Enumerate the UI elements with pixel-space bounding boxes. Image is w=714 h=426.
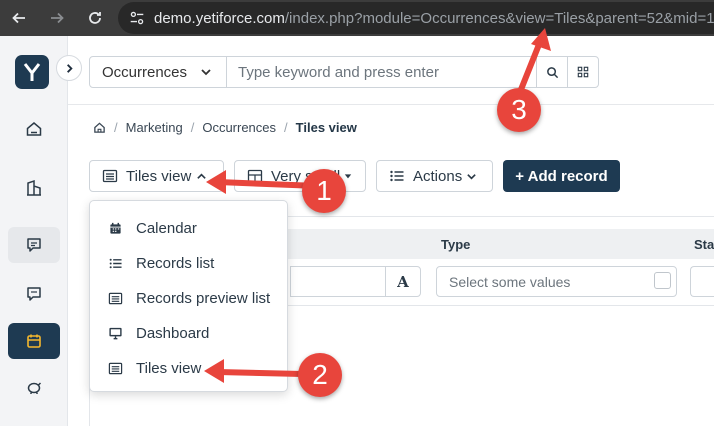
status-filter-input[interactable] [690, 266, 714, 297]
chevron-right-icon [66, 63, 73, 73]
caret-down-icon [344, 174, 352, 179]
column-header-type[interactable]: Type [441, 237, 470, 252]
type-filter-placeholder: Select some values [449, 273, 571, 290]
type-filter-select[interactable]: Select some values [436, 266, 677, 297]
list-view-icon [102, 169, 118, 183]
menu-item-tiles-view[interactable]: Tiles view [90, 351, 289, 385]
grid-icon [577, 66, 589, 78]
table-icon [247, 169, 263, 183]
type-filter-checkbox[interactable] [654, 272, 671, 289]
menu-item-calendar[interactable]: Calendar [90, 211, 289, 245]
view-switcher-button[interactable]: Tiles view [89, 160, 224, 192]
reload-icon[interactable] [84, 7, 106, 29]
search-icon [546, 66, 558, 78]
search-input[interactable]: Type keyword and press enter [226, 56, 537, 88]
menu-item-label: Records preview list [136, 289, 271, 307]
breadcrumb-marketing[interactable]: Marketing [126, 120, 183, 135]
home-icon[interactable] [8, 111, 60, 147]
sidebar-toggle-button[interactable] [56, 55, 82, 81]
tile-size-button[interactable]: Very small [234, 160, 366, 192]
menu-item-records-list[interactable]: Records list [90, 246, 289, 280]
filter-text-input[interactable] [290, 266, 386, 297]
forward-icon[interactable] [46, 7, 68, 29]
monitor-icon [106, 326, 124, 341]
breadcrumb: / Marketing / Occurrences / Tiles view [93, 120, 357, 135]
url-path: /index.php?module=Occurrences&view=Tiles… [284, 9, 714, 27]
view-switcher-label: Tiles view [126, 167, 192, 185]
advanced-search-button[interactable] [567, 56, 599, 88]
list-icon [390, 170, 404, 182]
actions-button[interactable]: Actions [376, 160, 493, 192]
address-bar[interactable]: demo.yetiforce.com/index.php?module=Occu… [118, 2, 714, 34]
sidebar [0, 36, 68, 426]
chat-icon[interactable] [8, 227, 60, 263]
search-placeholder: Type keyword and press enter [238, 63, 439, 81]
annotation-badge-2: 2 [298, 353, 342, 397]
browser-toolbar: demo.yetiforce.com/index.php?module=Occu… [0, 0, 714, 36]
menu-item-label: Tiles view [136, 359, 202, 377]
search-button[interactable] [536, 56, 568, 88]
view-switcher-menu: Calendar Records list Records preview li… [89, 200, 288, 392]
back-icon[interactable] [8, 7, 30, 29]
breadcrumb-occurrences[interactable]: Occurrences [202, 120, 276, 135]
list-preview-icon [106, 291, 124, 306]
annotation-badge-1: 1 [302, 169, 346, 213]
chevron-down-icon [201, 69, 211, 76]
chevron-down-icon [467, 173, 476, 180]
message-icon[interactable] [8, 276, 60, 312]
calendar-icon [106, 222, 124, 235]
piggy-bank-icon[interactable] [8, 369, 60, 405]
module-select-label: Occurrences [102, 63, 188, 81]
menu-item-records-preview-list[interactable]: Records preview list [90, 281, 289, 315]
menu-item-label: Calendar [136, 219, 197, 237]
add-record-label: + Add record [515, 167, 608, 185]
column-header-status[interactable]: Sta [694, 237, 714, 252]
chevron-up-icon [197, 172, 207, 179]
logo[interactable] [15, 55, 49, 89]
add-record-button[interactable]: + Add record [503, 160, 620, 192]
menu-item-label: Dashboard [136, 324, 210, 342]
site-settings-icon[interactable] [128, 8, 146, 28]
filter-mode-button[interactable]: A [385, 266, 421, 297]
header-divider [68, 104, 714, 105]
tiles-view-icon [106, 361, 124, 376]
building-icon[interactable] [8, 170, 60, 206]
menu-item-label: Records list [136, 254, 215, 272]
list-icon [106, 257, 124, 270]
annotation-badge-3: 3 [497, 88, 541, 132]
calendar-icon[interactable] [8, 323, 60, 359]
actions-label: Actions [413, 167, 463, 185]
module-select[interactable]: Occurrences [89, 56, 227, 88]
url-host: demo.yetiforce.com [154, 9, 285, 27]
menu-item-dashboard[interactable]: Dashboard [90, 316, 289, 350]
home-icon[interactable] [93, 121, 106, 134]
breadcrumb-current: Tiles view [295, 120, 357, 135]
